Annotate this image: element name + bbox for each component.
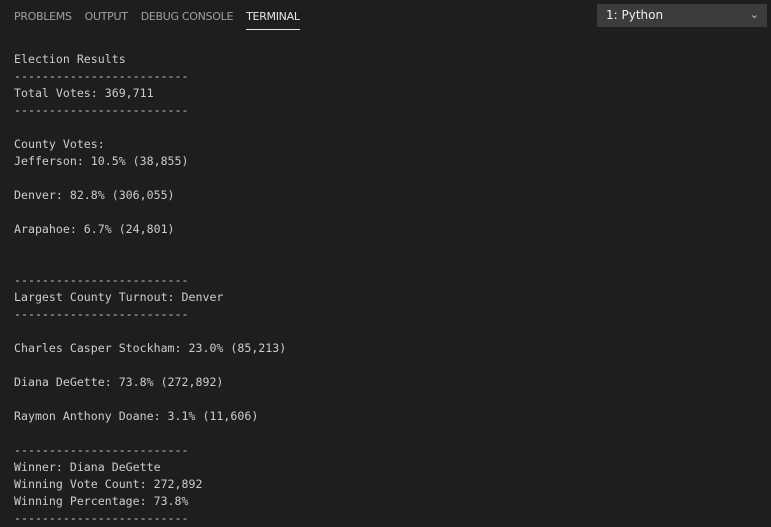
terminal-line: Diana DeGette: 73.8% (272,892) bbox=[14, 375, 224, 389]
terminal-line: ------------------------- bbox=[14, 511, 189, 525]
terminal-line: ------------------------- bbox=[14, 69, 189, 83]
terminal-line: Total Votes: 369,711 bbox=[14, 86, 154, 100]
terminal-output[interactable]: Election Results ------------------------… bbox=[14, 51, 286, 527]
terminal-line: Jefferson: 10.5% (38,855) bbox=[14, 154, 189, 168]
tab-debug-console[interactable]: DEBUG CONSOLE bbox=[141, 0, 234, 30]
terminal-line: Denver: 82.8% (306,055) bbox=[14, 188, 175, 202]
terminal-line: Charles Casper Stockham: 23.0% (85,213) bbox=[14, 341, 287, 355]
terminal-line: Election Results bbox=[14, 52, 126, 66]
terminal-select-value: 1: Python bbox=[606, 8, 664, 22]
terminal-line: ------------------------- bbox=[14, 103, 189, 117]
terminal-line: Arapahoe: 6.7% (24,801) bbox=[14, 222, 175, 236]
terminal-line: Winner: Diana DeGette bbox=[14, 460, 161, 474]
terminal-line: ------------------------- bbox=[14, 273, 189, 287]
tab-output[interactable]: OUTPUT bbox=[85, 0, 128, 30]
tab-terminal[interactable]: TERMINAL bbox=[246, 0, 300, 30]
tab-problems[interactable]: PROBLEMS bbox=[14, 0, 72, 30]
terminal-line: County Votes: bbox=[14, 137, 105, 151]
panel-tabs: PROBLEMS OUTPUT DEBUG CONSOLE TERMINAL bbox=[0, 0, 300, 34]
terminal-line: Winning Vote Count: 272,892 bbox=[14, 477, 203, 491]
terminal-line: Largest County Turnout: Denver bbox=[14, 290, 224, 304]
chevron-down-icon: ⌄ bbox=[749, 8, 759, 21]
terminal-line: Winning Percentage: 73.8% bbox=[14, 494, 189, 508]
terminal-line: Raymon Anthony Doane: 3.1% (11,606) bbox=[14, 409, 259, 423]
terminal-line: ------------------------- bbox=[14, 307, 189, 321]
terminal-select[interactable]: 1: Python ⌄ bbox=[597, 4, 767, 27]
terminal-line: ------------------------- bbox=[14, 443, 189, 457]
